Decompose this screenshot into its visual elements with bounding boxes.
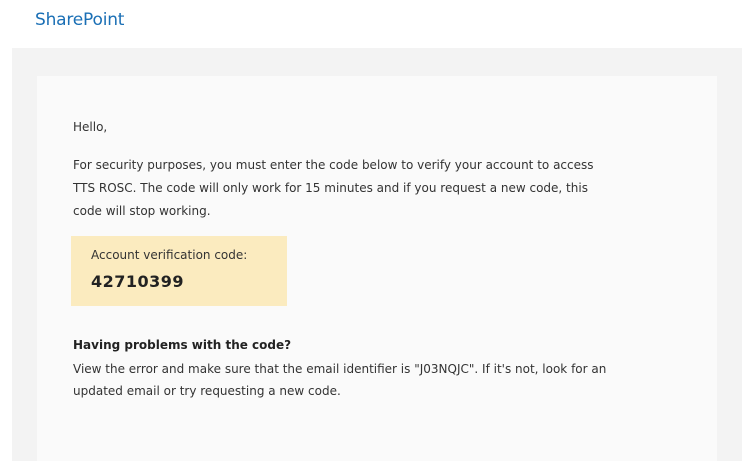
- help-message-line: updated email or try requesting a new co…: [73, 384, 341, 398]
- sharepoint-logo-text: SharePoint: [35, 10, 125, 30]
- verification-code-label: Account verification code:: [91, 248, 248, 262]
- security-message: For security purposes, you must enter th…: [73, 154, 693, 223]
- help-message-line: View the error and make sure that the em…: [73, 362, 607, 376]
- security-message-line: code will stop working.: [73, 204, 211, 218]
- security-message-line: For security purposes, you must enter th…: [73, 158, 594, 172]
- email-header: SharePoint: [0, 0, 744, 46]
- greeting-text: Hello,: [73, 120, 108, 134]
- help-message: View the error and make sure that the em…: [73, 358, 693, 402]
- verification-code-box: Account verification code: 42710399: [71, 236, 287, 306]
- help-heading: Having problems with the code?: [73, 338, 292, 352]
- email-card: Hello, For security purposes, you must e…: [37, 76, 717, 461]
- verification-code-value[interactable]: 42710399: [91, 272, 184, 291]
- security-message-line: TTS ROSC. The code will only work for 15…: [73, 181, 588, 195]
